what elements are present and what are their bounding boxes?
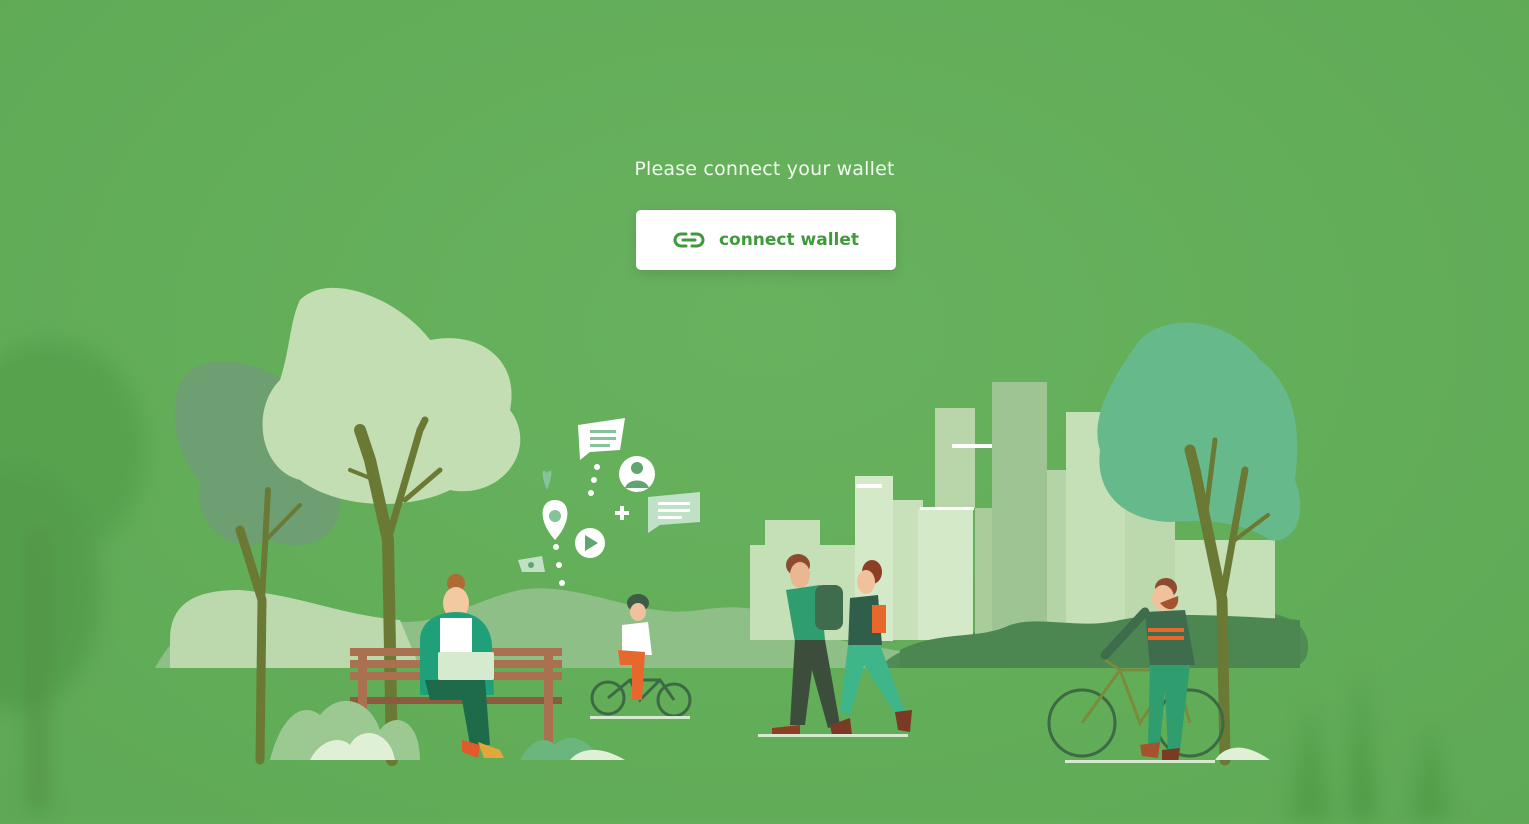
- social-icons-cluster: [518, 418, 700, 586]
- link-icon: [673, 230, 705, 250]
- connect-wallet-prompt: Please connect your wallet: [634, 158, 895, 180]
- connect-wallet-label: connect wallet: [718, 230, 860, 250]
- bushes-left: [270, 700, 625, 760]
- connect-wallet-button[interactable]: connect wallet: [636, 210, 896, 270]
- left-tree-canopies: [174, 287, 521, 546]
- park-city-illustration: [155, 287, 1309, 766]
